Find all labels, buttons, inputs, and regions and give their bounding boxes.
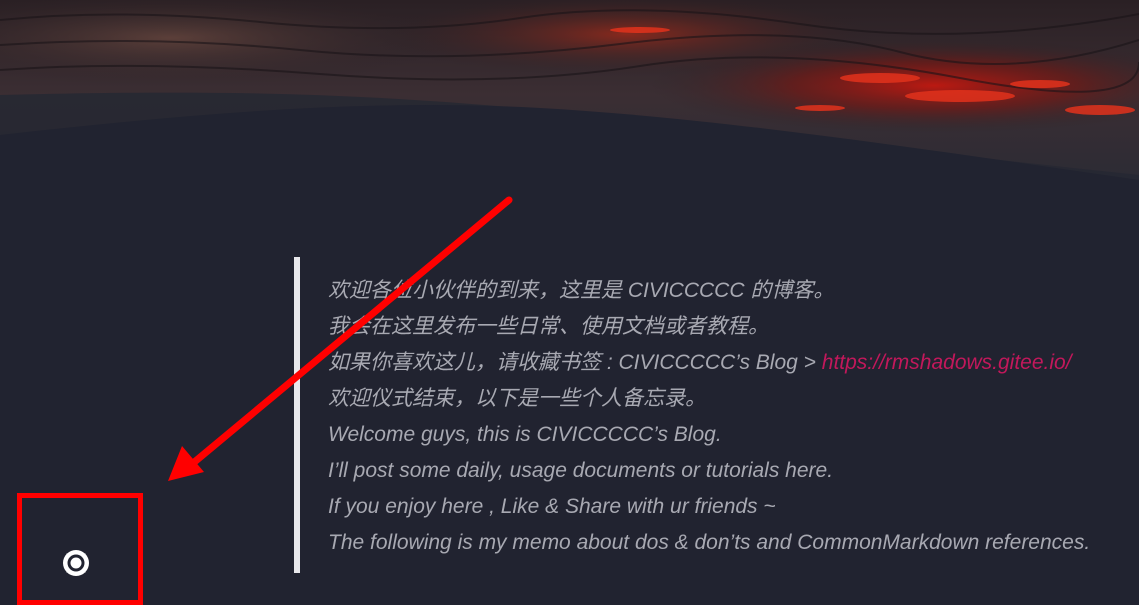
quote-line-2: 我会在这里发布一些日常、使用文档或者教程。 xyxy=(328,315,769,338)
quote-line-3: 如果你喜欢这儿，请收藏书签 : CIVICCCCC’s Blog > https… xyxy=(328,345,1090,381)
intro-blockquote: 欢迎各位小伙伴的到来，这里是 CIVICCCCC 的博客。 我会在这里发布一些日… xyxy=(294,257,1134,573)
bookmark-text: 如果你喜欢这儿，请收藏书签 : CIVICCCCC’s Blog > xyxy=(328,351,822,374)
quote-line-5: Welcome guys, this is CIVICCCCC’s Blog. xyxy=(328,423,722,446)
header-hero-image xyxy=(0,0,1139,190)
quote-line-4: 欢迎仪式结束，以下是一些个人备忘录。 xyxy=(328,387,706,410)
quote-line-1: 欢迎各位小伙伴的到来，这里是 CIVICCCCC 的博客。 xyxy=(328,279,835,302)
quote-line-6: I’ll post some daily, usage documents or… xyxy=(328,459,834,482)
quote-line-8: The following is my memo about dos & don… xyxy=(328,531,1091,554)
quote-line-7: If you enjoy here , Like & Share with ur… xyxy=(328,495,776,518)
annotation-highlight-box xyxy=(17,493,143,605)
blog-link[interactable]: https://rmshadows.gitee.io/ xyxy=(822,351,1072,374)
